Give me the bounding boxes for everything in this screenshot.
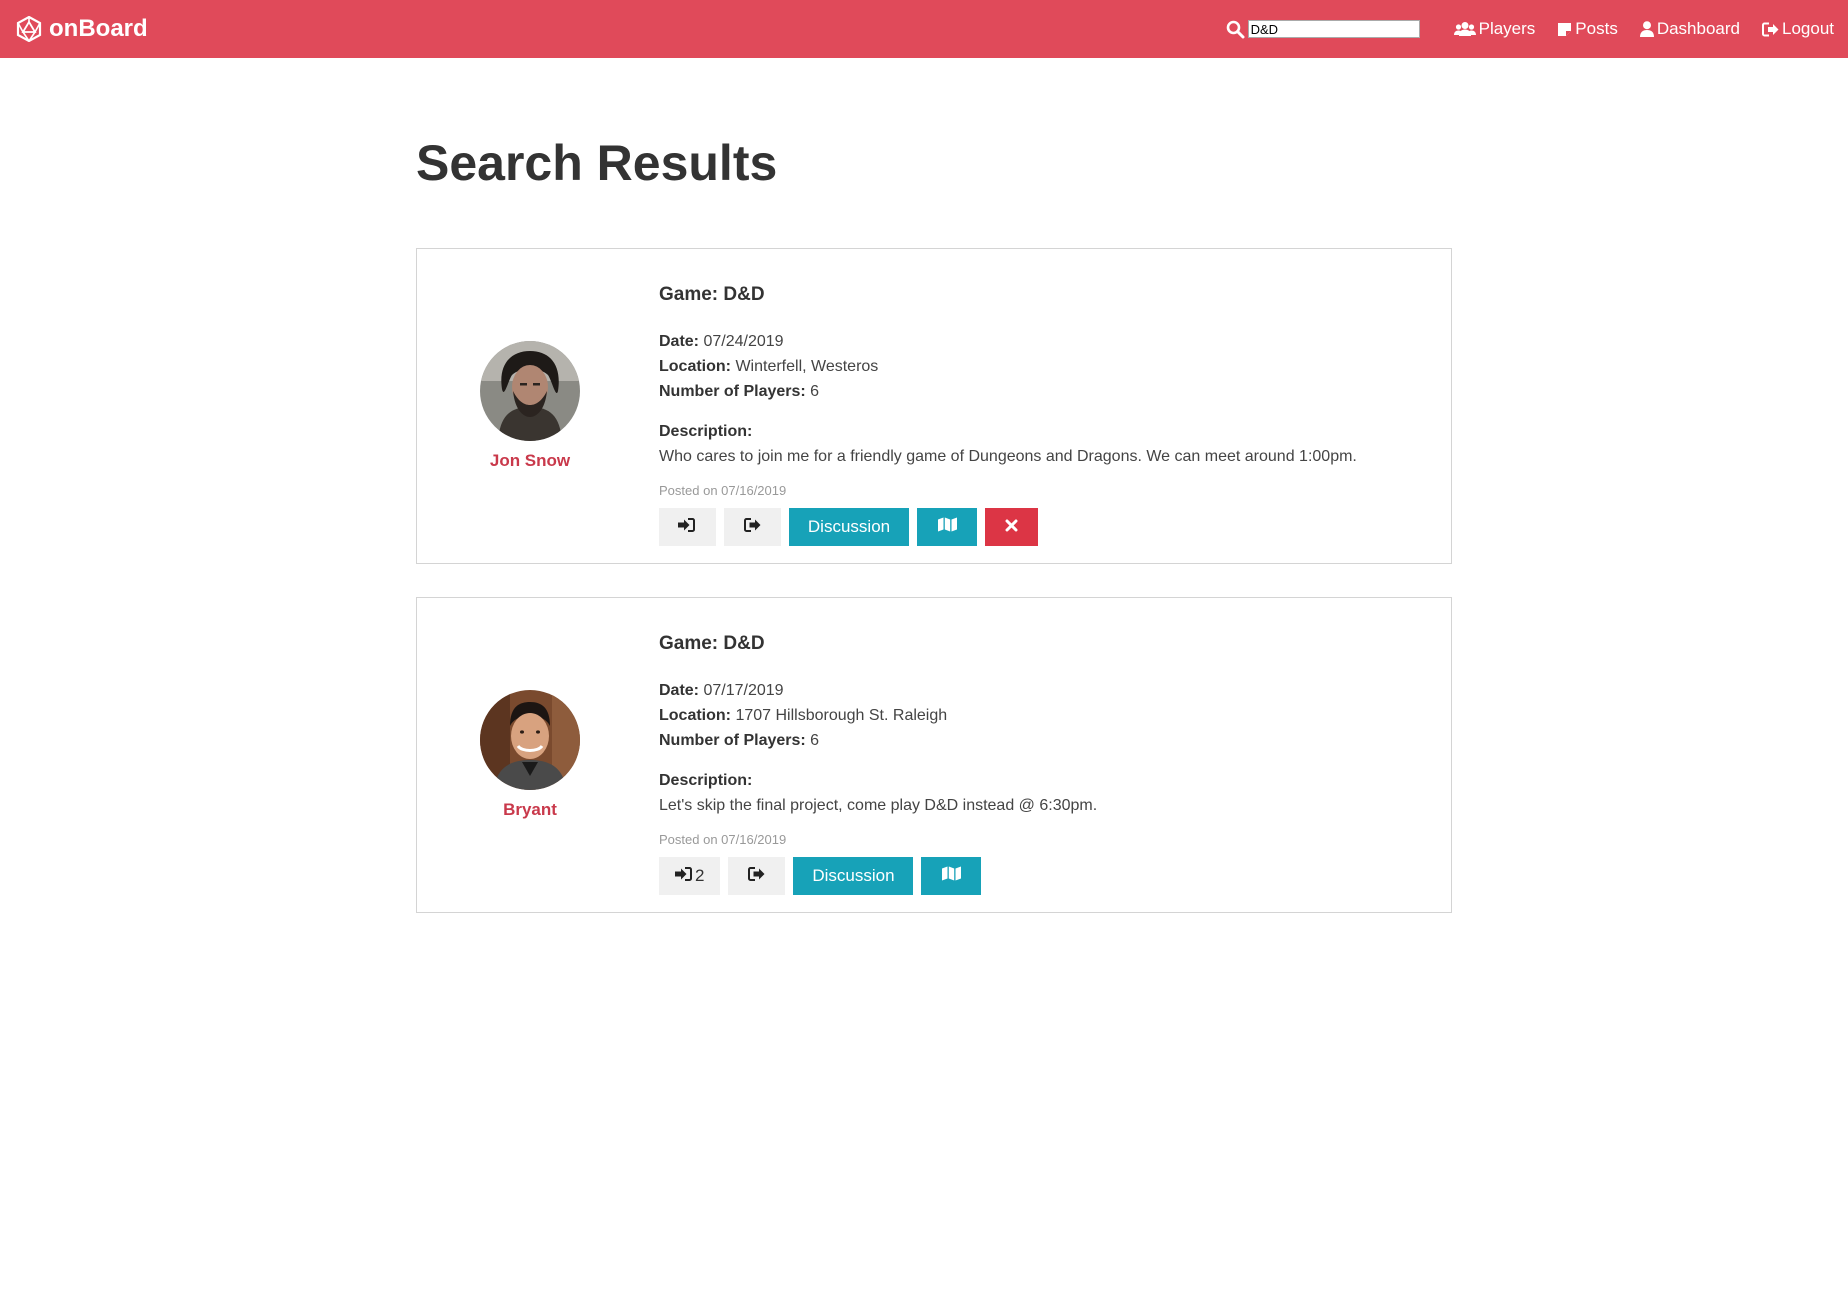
game-title: Game: D&D [659, 283, 1439, 307]
date-value: 07/17/2019 [703, 682, 784, 699]
users-icon [1453, 21, 1476, 37]
page-title: Search Results [416, 135, 778, 191]
players-row: Number of Players: 6 [659, 379, 1439, 404]
join-button[interactable]: 2 [659, 857, 721, 895]
post-card: Jon Snow Game: D&D Date: 07/24/2019 Loca… [416, 248, 1452, 564]
date-row: Date: 07/24/2019 [659, 329, 1439, 354]
sign-in-icon [675, 866, 692, 886]
game-value: D&D [723, 633, 765, 654]
game-title: Game: D&D [659, 632, 1439, 656]
d20-dice-icon [16, 16, 42, 42]
description-label: Description: [659, 423, 753, 440]
date-label: Date: [659, 682, 700, 699]
posted-date: Posted on 07/16/2019 [659, 483, 787, 498]
nav-right: Players Posts Dashboard [1226, 0, 1834, 58]
sign-out-icon [748, 866, 765, 886]
location-row: Location: 1707 Hillsborough St. Raleigh [659, 703, 1439, 728]
description-text: Who cares to join me for a friendly game… [659, 448, 1357, 465]
discussion-button[interactable]: Discussion [789, 508, 909, 546]
post-card: Bryant Game: D&D Date: 07/17/2019 Locati… [416, 597, 1452, 913]
leave-button[interactable] [728, 857, 786, 895]
search-icon[interactable] [1226, 20, 1245, 39]
date-label: Date: [659, 333, 700, 350]
brand-link[interactable]: onBoard [16, 15, 148, 43]
brand-name: onBoard [49, 15, 148, 42]
map-icon [937, 517, 957, 537]
players-label: Number of Players: [659, 383, 806, 400]
leave-button[interactable] [724, 508, 781, 546]
action-buttons: 2 Discussion [659, 857, 1439, 895]
author-name-link[interactable]: Bryant [417, 800, 643, 820]
game-label: Game: [659, 284, 719, 305]
map-button[interactable] [917, 508, 977, 546]
players-value: 6 [810, 383, 820, 400]
posted-date: Posted on 07/16/2019 [659, 832, 787, 847]
location-value: 1707 Hillsborough St. Raleigh [735, 707, 948, 724]
close-icon [1005, 517, 1018, 537]
map-icon [941, 866, 961, 886]
sign-in-icon [677, 517, 695, 537]
players-row: Number of Players: 6 [659, 728, 1439, 753]
location-value: Winterfell, Westeros [735, 358, 879, 375]
nav-dashboard-label: Dashboard [1656, 19, 1740, 38]
nav-dashboard-link[interactable]: Dashboard [1639, 19, 1740, 39]
author-column: Jon Snow [417, 249, 645, 563]
author-name-link[interactable]: Jon Snow [417, 451, 643, 471]
location-label: Location: [659, 358, 731, 375]
avatar[interactable] [480, 341, 580, 441]
location-label: Location: [659, 707, 731, 724]
sign-out-icon [744, 517, 761, 537]
search-input[interactable] [1247, 20, 1420, 38]
top-navbar: onBoard Play [0, 0, 1848, 58]
join-button[interactable] [659, 508, 716, 546]
nav-logout-label: Logout [1782, 19, 1834, 38]
discussion-button[interactable]: Discussion [793, 857, 914, 895]
players-value: 6 [810, 732, 820, 749]
nav-players-link[interactable]: Players [1453, 19, 1536, 39]
author-column: Bryant [417, 598, 645, 912]
post-info: Game: D&D Date: 07/17/2019 Location: 170… [659, 632, 1439, 895]
map-button[interactable] [921, 857, 982, 895]
action-buttons: Discussion [659, 508, 1439, 546]
location-row: Location: Winterfell, Westeros [659, 354, 1439, 379]
avatar[interactable] [480, 690, 580, 790]
game-label: Game: [659, 633, 719, 654]
user-icon [1639, 21, 1654, 37]
search-box [1226, 20, 1420, 39]
description-text: Let's skip the final project, come play … [659, 797, 1098, 814]
players-label: Number of Players: [659, 732, 806, 749]
sign-out-icon [1762, 22, 1779, 37]
game-value: D&D [723, 284, 765, 305]
delete-button[interactable] [985, 508, 1038, 546]
nav-logout-link[interactable]: Logout [1762, 19, 1834, 39]
date-value: 07/24/2019 [703, 333, 784, 350]
date-row: Date: 07/17/2019 [659, 678, 1439, 703]
description-label: Description: [659, 772, 753, 789]
note-icon [1557, 22, 1572, 37]
join-count: 2 [695, 866, 705, 885]
nav-posts-link[interactable]: Posts [1557, 19, 1618, 39]
post-info: Game: D&D Date: 07/24/2019 Location: Win… [659, 283, 1439, 546]
nav-posts-label: Posts [1575, 19, 1618, 38]
nav-players-label: Players [1478, 19, 1536, 38]
